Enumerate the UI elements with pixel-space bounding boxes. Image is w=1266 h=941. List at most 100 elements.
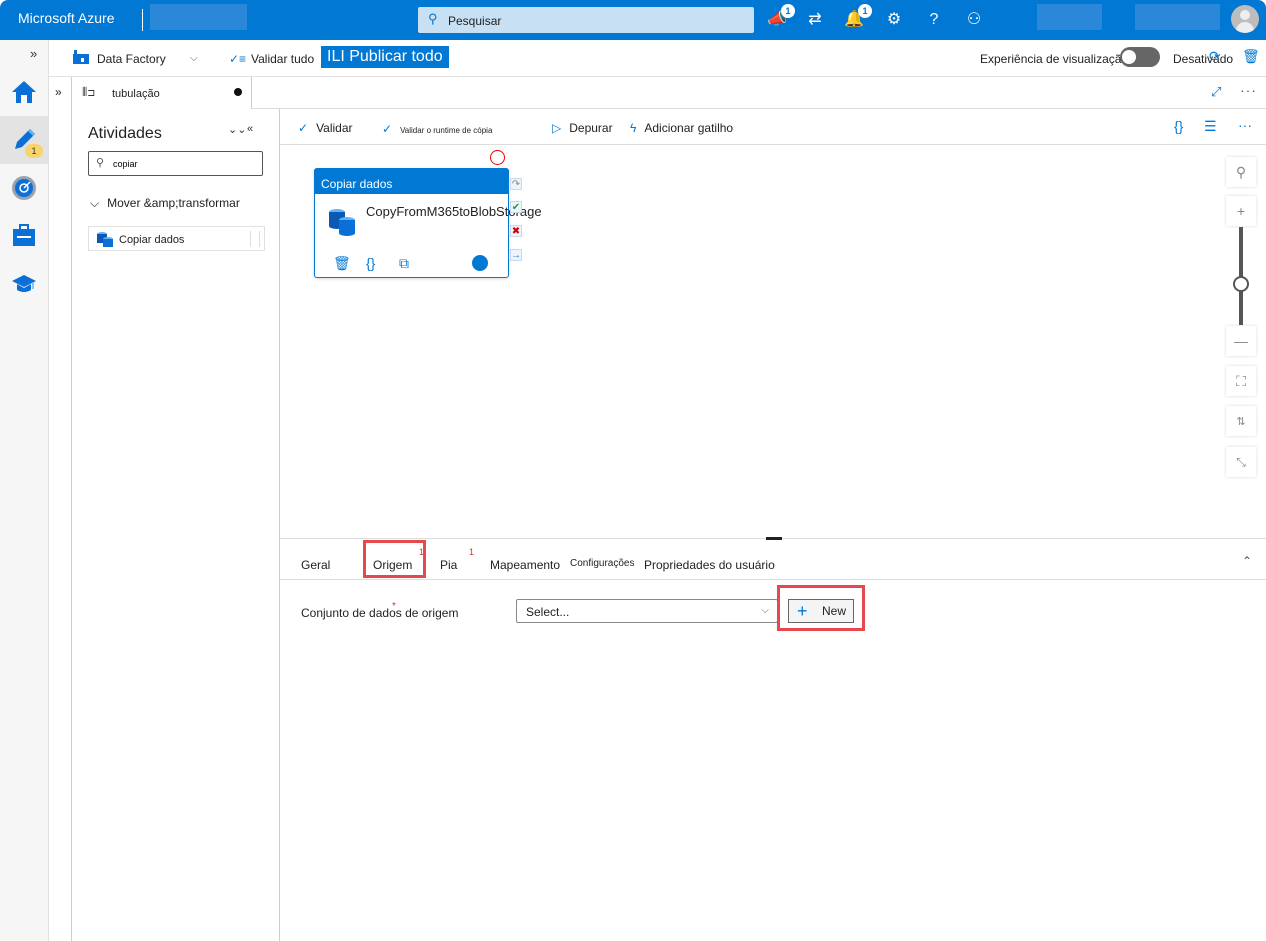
tab-settings[interactable]: Configurações bbox=[570, 558, 634, 569]
redacted-block bbox=[1135, 4, 1220, 30]
auto-align-icon[interactable]: ⇅ bbox=[1226, 406, 1256, 436]
chevron-down-icon: ⌵ bbox=[90, 196, 100, 210]
hide-panel-icon[interactable]: « bbox=[247, 123, 253, 135]
activities-search-input[interactable] bbox=[113, 159, 253, 169]
check-icon: ✓ bbox=[382, 122, 393, 136]
monitor-gauge-icon bbox=[12, 176, 36, 200]
skip-port-icon[interactable]: ↷ bbox=[510, 178, 522, 190]
tab-mapping[interactable]: Mapeamento bbox=[490, 558, 560, 572]
code-braces-icon[interactable]: {} bbox=[1174, 118, 1183, 134]
expand-resources-icon[interactable]: » bbox=[55, 85, 62, 99]
tab-user-properties[interactable]: Propriedades do usuário bbox=[644, 558, 775, 572]
rail-item-manage[interactable] bbox=[0, 212, 48, 260]
node-type-label: Copiar dados bbox=[315, 169, 508, 194]
canvas-search-icon[interactable]: ⚲ bbox=[1226, 157, 1256, 187]
source-dataset-select[interactable]: Select... ⌵ bbox=[516, 599, 778, 623]
home-icon bbox=[12, 81, 36, 103]
zoom-out-icon[interactable]: — bbox=[1226, 326, 1256, 356]
zoom-slider-thumb[interactable] bbox=[1233, 276, 1249, 292]
more-options-icon[interactable]: ··· bbox=[1238, 117, 1252, 133]
navigate-arrow-icon[interactable]: ➜ bbox=[472, 255, 488, 271]
redacted-block bbox=[1037, 4, 1102, 30]
failure-port-icon[interactable]: ✖ bbox=[510, 225, 522, 237]
directory-switch-icon[interactable]: ⇄ bbox=[803, 8, 827, 32]
tab-sink[interactable]: Pia bbox=[440, 558, 457, 572]
activity-name: CopyFromM365toBlobStorage bbox=[366, 204, 542, 219]
more-options-icon[interactable]: ··· bbox=[1240, 82, 1257, 98]
top-bar: Microsoft Azure ⚲ Pesquisar 📣 1 ⇄ 🔔 1 ⚙ ? … bbox=[0, 0, 1266, 40]
copy-activity-node[interactable]: Copiar dados CopyFromM365toBlobStorage 🗑… bbox=[314, 168, 542, 278]
user-avatar[interactable] bbox=[1231, 5, 1259, 33]
canvas-toolbar: ✓ Validar ✓ Validar o runtime de cópia ▷ De… bbox=[280, 109, 1266, 145]
unsaved-dot bbox=[234, 88, 242, 96]
tab-general[interactable]: Geral bbox=[301, 558, 330, 572]
highlight-box bbox=[363, 540, 426, 578]
help-icon[interactable]: ? bbox=[922, 8, 946, 32]
redacted-block bbox=[150, 4, 247, 30]
feedback-megaphone-icon[interactable]: 📣 1 bbox=[765, 4, 795, 32]
zoom-in-icon[interactable]: + bbox=[1226, 196, 1256, 226]
select-value: Select... bbox=[526, 605, 570, 619]
tab-label: tubulação bbox=[112, 88, 160, 100]
fit-to-screen-icon[interactable]: ⛶ bbox=[1226, 366, 1256, 396]
validate-all-button[interactable]: Validar tudo bbox=[251, 52, 314, 66]
feedback-person-icon[interactable]: ⚇ bbox=[962, 8, 986, 32]
activity-copy-data[interactable]: Copiar dados bbox=[88, 226, 265, 251]
factory-dropdown-chevron-icon[interactable]: ⌵ bbox=[190, 53, 198, 64]
properties-icon[interactable]: ☰ bbox=[1204, 118, 1217, 135]
activity-label: Copiar dados bbox=[119, 234, 185, 246]
expand-rail-icon[interactable]: » bbox=[30, 46, 37, 61]
add-trigger-button[interactable]: ϟ Adicionar gatilho bbox=[630, 121, 733, 135]
collapse-all-icon[interactable]: ⌄⌄ bbox=[228, 123, 246, 136]
notifications-bell-icon[interactable]: 🔔 1 bbox=[842, 4, 872, 32]
highlight-box bbox=[777, 585, 865, 631]
node-actions: 🗑 {} ⧉ ➜ bbox=[333, 255, 490, 271]
debug-button[interactable]: ▷ Depurar bbox=[552, 121, 613, 135]
success-port-icon[interactable]: ✔ bbox=[510, 201, 522, 213]
pipeline-canvas[interactable]: Copiar dados CopyFromM365toBlobStorage 🗑… bbox=[280, 145, 1266, 540]
brand-logo[interactable]: Microsoft Azure bbox=[18, 10, 114, 26]
rail-item-monitor[interactable] bbox=[0, 164, 48, 212]
clone-icon[interactable]: ⧉ bbox=[399, 255, 409, 272]
search-icon: ⚲ bbox=[96, 157, 105, 169]
maximize-icon[interactable]: ⤢ bbox=[1211, 84, 1221, 100]
graduation-cap-icon bbox=[12, 275, 36, 292]
search-icon: ⚲ bbox=[428, 11, 438, 26]
pipeline-icon: ⦀⊐ bbox=[82, 85, 95, 99]
factory-name[interactable]: Data Factory bbox=[97, 52, 166, 66]
activities-title: Atividades bbox=[88, 125, 162, 142]
publish-all-button[interactable]: ILI Publicar todo bbox=[321, 46, 449, 68]
activities-panel: Atividades ⌄⌄ « ⚲ ⌵ Mover &amp;transforma… bbox=[72, 109, 280, 941]
validate-all-icon: ✓≡ bbox=[229, 52, 247, 66]
settings-gear-icon[interactable]: ⚙ bbox=[882, 8, 906, 32]
preview-state-label: Desativado bbox=[1173, 52, 1234, 66]
discard-trash-icon[interactable]: 🗑 bbox=[1242, 48, 1260, 65]
source-dataset-label: Conjunto de dados de origem bbox=[301, 606, 459, 620]
activity-group-move-transform[interactable]: ⌵ Mover &amp;transformar bbox=[90, 196, 240, 211]
drag-handle[interactable] bbox=[250, 231, 260, 247]
global-search[interactable]: ⚲ Pesquisar bbox=[418, 7, 754, 33]
properties-pane: Geral Origem 1 Pia 1 Mapeamento Configur… bbox=[280, 540, 1266, 941]
collapse-pane-chevron-up-icon[interactable]: ⌃ bbox=[1242, 554, 1252, 568]
author-badge: 1 bbox=[25, 144, 43, 158]
collapse-view-icon[interactable]: ⤡ bbox=[1226, 447, 1256, 477]
activity-group-label: Mover &amp;transformar bbox=[107, 196, 240, 210]
left-rail: » 1 bbox=[0, 40, 49, 941]
validate-button[interactable]: ✓ Validar bbox=[298, 121, 353, 135]
preview-toggle[interactable] bbox=[1120, 47, 1160, 67]
rail-item-learning[interactable] bbox=[0, 260, 48, 308]
tab-strip: ⦀⊐ tubulação ⤢ ··· bbox=[72, 77, 1266, 109]
tab-pipeline[interactable]: ⦀⊐ tubulação bbox=[72, 77, 252, 109]
rail-item-author[interactable]: 1 bbox=[0, 116, 48, 164]
validate-runtime-button[interactable]: ✓ Validar o runtime de cópia bbox=[382, 122, 492, 136]
factory-resources-collapsed: » bbox=[49, 77, 72, 941]
completion-port-icon[interactable]: → bbox=[510, 249, 522, 261]
code-braces-icon[interactable]: {} bbox=[366, 255, 375, 271]
preview-experience-label: Experiência de visualização bbox=[980, 52, 1129, 66]
rail-item-home[interactable] bbox=[0, 68, 48, 116]
delete-icon[interactable]: 🗑 bbox=[333, 255, 351, 272]
activities-search[interactable]: ⚲ bbox=[88, 151, 263, 176]
search-placeholder: Pesquisar bbox=[448, 14, 502, 28]
refresh-icon[interactable]: ⟳ bbox=[1209, 48, 1221, 65]
notifications-badge: 1 bbox=[858, 4, 872, 18]
